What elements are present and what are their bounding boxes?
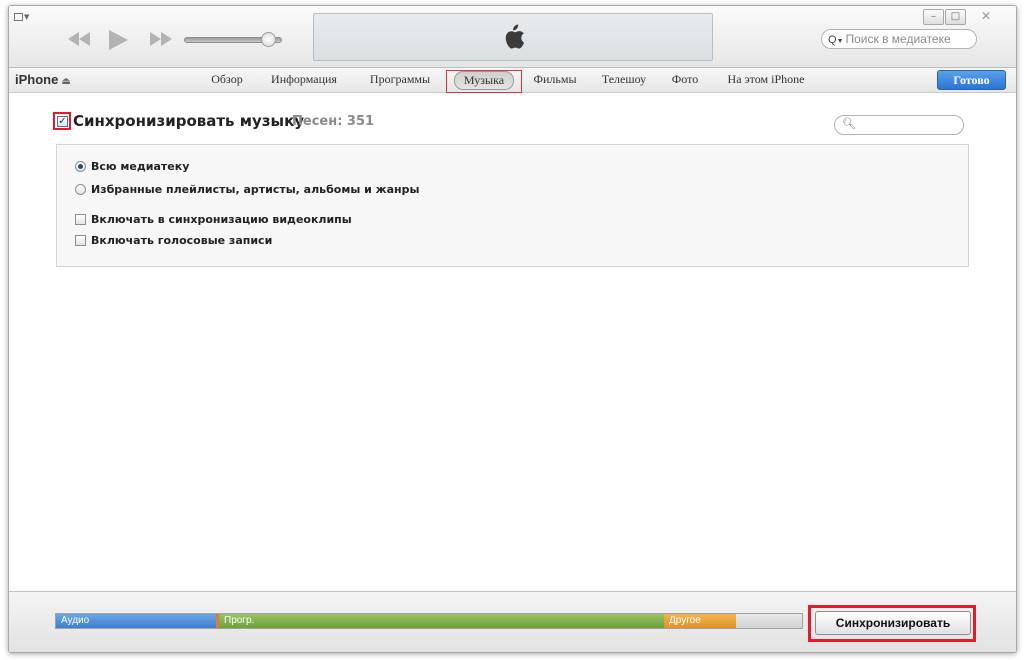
checkbox-include-videos[interactable] (75, 214, 86, 225)
volume-knob[interactable] (261, 32, 276, 47)
itunes-window: ▼ – □ ✕ Q▼ Поиск в медиатеке iPhone ⏏ Обзо… (8, 5, 1017, 653)
song-count: Песен: 351 (292, 114, 375, 129)
library-search-input[interactable]: Q▼ Поиск в медиатеке (821, 29, 977, 49)
capacity-bar: Аудио Прогр. Другое (55, 613, 803, 629)
rewind-icon[interactable] (67, 32, 91, 46)
fast-forward-icon[interactable] (149, 32, 173, 46)
option-selected[interactable]: Избранные плейлисты, артисты, альбомы и … (75, 183, 419, 196)
tab-movies[interactable]: Фильмы (526, 71, 584, 90)
option-all-library-label: Всю медиатеку (91, 160, 190, 173)
option-selected-label: Избранные плейлисты, артисты, альбомы и … (91, 183, 420, 196)
music-search-input[interactable]: 🔍︎ (834, 115, 964, 135)
option-include-videos[interactable]: Включать в синхронизацию видеоклипы (75, 213, 352, 226)
radio-all-library[interactable] (75, 161, 86, 172)
capacity-audio[interactable]: Аудио (56, 614, 216, 628)
sync-music-checkbox-highlight: ✓ (53, 112, 71, 130)
sync-options-panel: Всю медиатеку Избранные плейлисты, артис… (56, 144, 969, 267)
toolbar: ▼ – □ ✕ Q▼ Поиск в медиатеке (9, 6, 1016, 68)
window-controls: – □ ✕ (923, 9, 1007, 27)
bottom-bar: Аудио Прогр. Другое Синхронизировать (9, 591, 1016, 652)
device-label: iPhone (15, 72, 59, 87)
capacity-free[interactable] (736, 614, 802, 628)
done-button[interactable]: Готово (937, 70, 1006, 90)
tab-on-this-iphone[interactable]: На этом iPhone (717, 71, 815, 90)
device-name[interactable]: iPhone ⏏ (15, 72, 71, 87)
checkbox-include-voice[interactable] (75, 235, 86, 246)
tab-photos[interactable]: Фото (663, 71, 707, 90)
device-tabs-bar: iPhone ⏏ Обзор Информация Программы Музык… (9, 68, 1016, 93)
library-search-placeholder: Поиск в медиатеке (845, 32, 951, 46)
minimize-button[interactable]: – (923, 9, 944, 25)
status-display (313, 13, 713, 61)
music-sync-panel: ✓ Синхронизировать музыку Песен: 351 🔍︎ … (9, 94, 1016, 591)
option-include-voice[interactable]: Включать голосовые записи (75, 234, 272, 247)
tab-overview[interactable]: Обзор (202, 71, 252, 90)
apple-logo-icon (505, 24, 525, 49)
tab-info[interactable]: Информация (260, 71, 348, 90)
close-button[interactable]: ✕ (969, 9, 1003, 25)
play-icon[interactable] (107, 29, 129, 51)
maximize-button[interactable]: □ (945, 9, 966, 25)
radio-selected[interactable] (75, 184, 86, 195)
tab-apps[interactable]: Программы (364, 71, 436, 90)
tab-tvshows[interactable]: Телешоу (594, 71, 654, 90)
tab-music-highlight (446, 70, 522, 93)
search-options-icon: ▼ (836, 38, 844, 45)
eject-icon[interactable]: ⏏ (61, 76, 70, 87)
sync-button[interactable]: Синхронизировать (815, 611, 971, 635)
capacity-other[interactable]: Другое (664, 614, 736, 628)
option-include-voice-label: Включать голосовые записи (91, 234, 273, 247)
search-icon: Q (828, 34, 837, 46)
menu-icon[interactable]: ▼ (14, 12, 36, 24)
option-include-videos-label: Включать в синхронизацию видеоклипы (91, 213, 352, 226)
capacity-apps[interactable]: Прогр. (219, 614, 664, 628)
sync-music-label: Синхронизировать музыку (73, 112, 305, 130)
search-icon: 🔍︎ (842, 117, 856, 130)
option-all-library[interactable]: Всю медиатеку (75, 160, 189, 173)
sync-music-checkbox[interactable]: ✓ (57, 116, 68, 127)
